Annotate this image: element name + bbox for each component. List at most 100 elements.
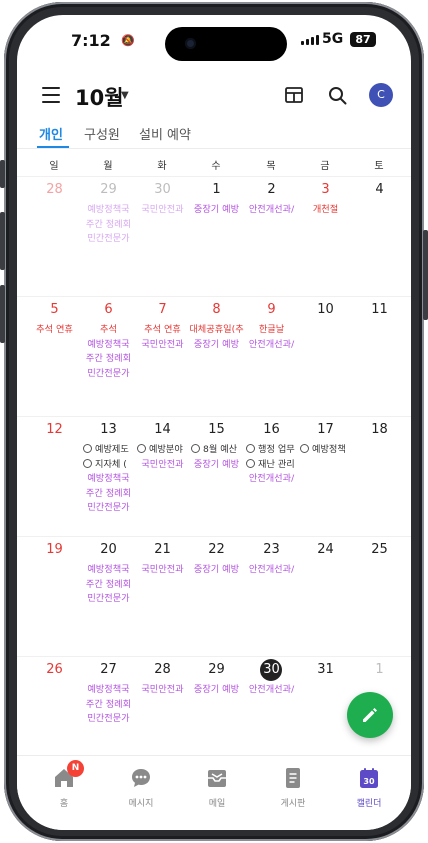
- day-cell[interactable]: 8 대체공휴일(추 중장기 예방: [189, 297, 244, 416]
- holiday-label[interactable]: 개천절: [298, 203, 353, 218]
- day-cell[interactable]: 20 예방정책국 주간 정례회 민간전문가: [81, 537, 136, 656]
- event-label[interactable]: 국민안전과: [135, 338, 190, 353]
- event-label[interactable]: 민간전문가: [81, 501, 136, 516]
- task-item[interactable]: 예방제도: [81, 443, 136, 458]
- event-label[interactable]: 민간전문가: [81, 712, 136, 727]
- holiday-label[interactable]: 한글날: [244, 323, 299, 338]
- event-label[interactable]: 예방정책국: [81, 338, 136, 353]
- task-item[interactable]: 행정 업무: [244, 443, 299, 458]
- event-label[interactable]: 안전개선과/: [244, 563, 299, 578]
- day-cell[interactable]: 17 예방정책: [298, 417, 353, 536]
- svg-text:30: 30: [363, 777, 375, 786]
- event-label[interactable]: 예방정책국: [81, 563, 136, 578]
- event-label[interactable]: 주간 정례회: [81, 218, 136, 233]
- day-cell[interactable]: 18: [352, 417, 407, 536]
- tab-members[interactable]: 구성원: [84, 124, 120, 143]
- day-cell[interactable]: 3 개천절: [298, 177, 353, 296]
- event-label[interactable]: 중장기 예방: [189, 458, 244, 473]
- tab-personal[interactable]: 개인: [39, 124, 63, 143]
- day-cell[interactable]: 6 추석 예방정책국 주간 정례회 민간전문가: [81, 297, 136, 416]
- add-event-button[interactable]: [347, 692, 393, 738]
- day-cell[interactable]: 5 추석 연휴: [27, 297, 82, 416]
- event-label[interactable]: 안전개선과/: [244, 338, 299, 353]
- month-title[interactable]: 10월: [75, 82, 124, 112]
- checkbox-circle-icon[interactable]: [246, 458, 255, 468]
- event-label[interactable]: 민간전문가: [81, 367, 136, 382]
- checkbox-circle-icon[interactable]: [246, 444, 255, 453]
- checkbox-circle-icon[interactable]: [83, 458, 92, 468]
- day-cell[interactable]: 23 안전개선과/: [244, 537, 299, 656]
- day-cell[interactable]: 30 국민안전과: [135, 177, 190, 296]
- event-label[interactable]: 주간 정례회: [81, 698, 136, 713]
- day-cell[interactable]: 4: [352, 177, 407, 296]
- weekday-label: 금: [320, 161, 330, 172]
- search-icon[interactable]: [328, 86, 347, 105]
- event-label[interactable]: 중장기 예방: [189, 683, 244, 698]
- checkbox-circle-icon[interactable]: [191, 444, 200, 453]
- event-label[interactable]: 예방정책국: [81, 203, 136, 218]
- day-cell[interactable]: 25: [352, 537, 407, 656]
- event-label[interactable]: 민간전문가: [81, 232, 136, 247]
- nav-item-message[interactable]: 메시지: [102, 766, 180, 809]
- event-label[interactable]: 주간 정례회: [81, 352, 136, 367]
- day-cell[interactable]: 1 중장기 예방: [189, 177, 244, 296]
- day-cell[interactable]: 9 한글날 안전개선과/: [244, 297, 299, 416]
- table-view-icon[interactable]: [285, 87, 303, 103]
- event-label[interactable]: 주간 정례회: [81, 487, 136, 502]
- event-label[interactable]: 예방정책국: [81, 472, 136, 487]
- day-cell[interactable]: 11: [352, 297, 407, 416]
- day-cell[interactable]: 13 예방제도 지자체 (예방정책국 주간 정례회 민간전문가: [81, 417, 136, 536]
- event-label[interactable]: 국민안전과: [135, 683, 190, 698]
- tab-facility-booking[interactable]: 설비 예약: [139, 124, 191, 143]
- task-item[interactable]: 재난 관리: [244, 458, 299, 473]
- checkbox-circle-icon[interactable]: [83, 444, 92, 453]
- checkbox-circle-icon[interactable]: [137, 444, 146, 453]
- day-cell[interactable]: 15 8월 예산 중장기 예방: [189, 417, 244, 536]
- holiday-label[interactable]: 대체공휴일(추: [189, 323, 244, 338]
- day-number: 29: [208, 662, 225, 677]
- event-list: 개천절: [298, 203, 353, 218]
- weekday-label: 목: [266, 161, 276, 172]
- day-cell[interactable]: 10: [298, 297, 353, 416]
- holiday-label[interactable]: 추석 연휴: [27, 323, 82, 338]
- task-item[interactable]: 8월 예산: [189, 443, 244, 458]
- event-label[interactable]: 민간전문가: [81, 592, 136, 607]
- screen: 7:12 🔕 5G 87 10월 ▼ C 개인 구성원 설비 예약 일월화수목금…: [17, 15, 411, 830]
- day-cell[interactable]: 2 안전개선과/: [244, 177, 299, 296]
- day-cell[interactable]: 14 예방분야 국민안전과: [135, 417, 190, 536]
- task-item[interactable]: 지자체 (: [81, 458, 136, 473]
- event-label[interactable]: 안전개선과/: [244, 472, 299, 487]
- event-label[interactable]: 국민안전과: [135, 458, 190, 473]
- nav-item-home[interactable]: N 홈: [25, 760, 103, 809]
- day-cell[interactable]: 16 행정 업무 재난 관리 안전개선과/: [244, 417, 299, 536]
- event-label[interactable]: 주간 정례회: [81, 578, 136, 593]
- checkbox-circle-icon[interactable]: [300, 444, 309, 453]
- nav-item-mail[interactable]: 메일: [178, 766, 256, 809]
- nav-item-board[interactable]: 게시판: [254, 766, 332, 809]
- power-button: [423, 230, 428, 320]
- event-label[interactable]: 안전개선과/: [244, 683, 299, 698]
- event-label[interactable]: 국민안전과: [135, 203, 190, 218]
- day-cell[interactable]: 21 국민안전과: [135, 537, 190, 656]
- chevron-down-icon[interactable]: ▼: [121, 90, 129, 101]
- day-cell[interactable]: 29 예방정책국 주간 정례회 민간전문가: [81, 177, 136, 296]
- day-cell[interactable]: 12: [27, 417, 82, 536]
- event-label[interactable]: 국민안전과: [135, 563, 190, 578]
- event-label[interactable]: 중장기 예방: [189, 338, 244, 353]
- event-label[interactable]: 예방정책국: [81, 683, 136, 698]
- holiday-label[interactable]: 추석 연휴: [135, 323, 190, 338]
- menu-icon[interactable]: [42, 87, 60, 103]
- day-cell[interactable]: 28: [27, 177, 82, 296]
- task-item[interactable]: 예방분야: [135, 443, 190, 458]
- day-cell[interactable]: 7 추석 연휴 국민안전과: [135, 297, 190, 416]
- day-cell[interactable]: 22 중장기 예방: [189, 537, 244, 656]
- day-cell[interactable]: 24: [298, 537, 353, 656]
- holiday-label[interactable]: 추석: [81, 323, 136, 338]
- task-item[interactable]: 예방정책: [298, 443, 353, 458]
- avatar[interactable]: C: [369, 83, 393, 107]
- day-cell[interactable]: 19: [27, 537, 82, 656]
- nav-item-calendar[interactable]: 30 캘린더: [330, 766, 408, 809]
- event-label[interactable]: 안전개선과/: [244, 203, 299, 218]
- event-label[interactable]: 중장기 예방: [189, 203, 244, 218]
- event-label[interactable]: 중장기 예방: [189, 563, 244, 578]
